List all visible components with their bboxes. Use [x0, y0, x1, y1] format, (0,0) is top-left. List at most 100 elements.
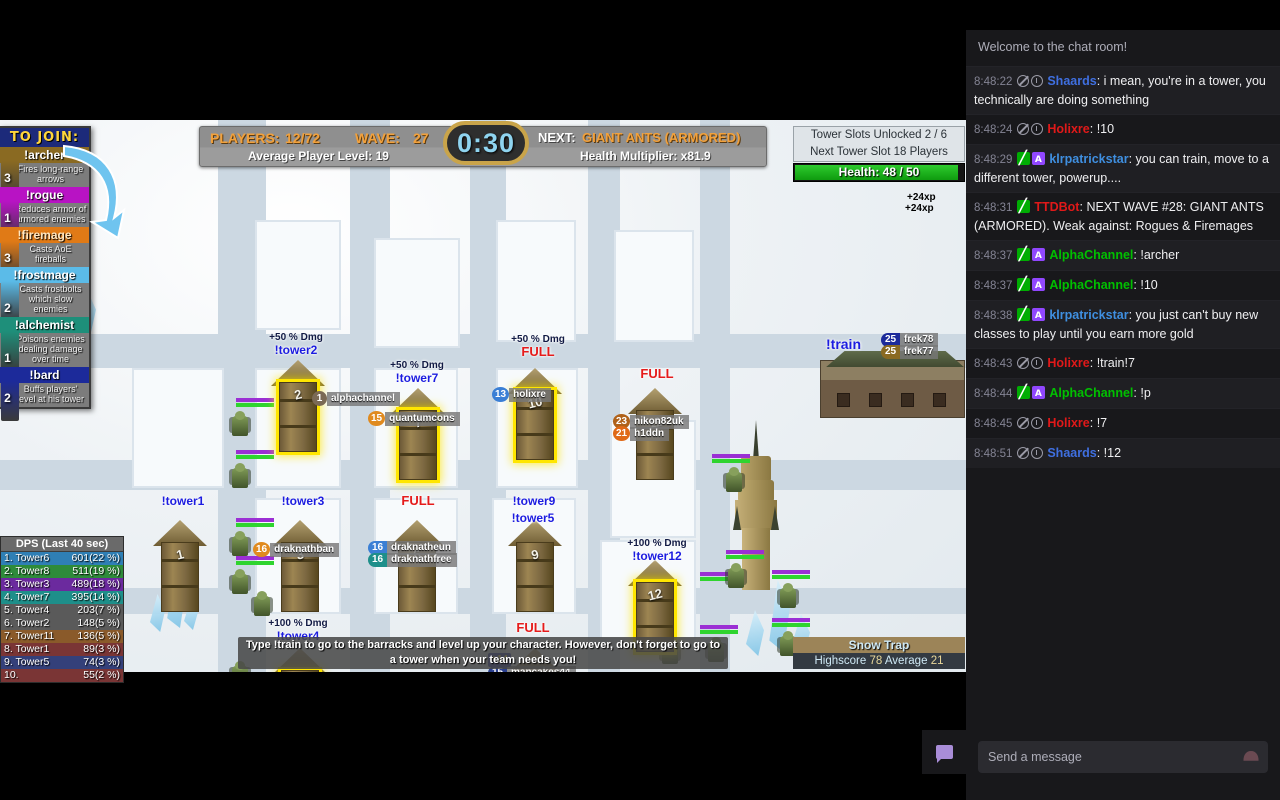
chat-username[interactable]: Holixre	[1047, 356, 1089, 370]
tower-label-tower8[interactable]: FULL	[516, 621, 549, 634]
chat-username[interactable]: AlphaChannel	[1049, 386, 1133, 400]
tower-label-tower12[interactable]: +100 % Dmg !tower12	[627, 538, 686, 562]
chat-input[interactable]: Send a message	[978, 741, 1268, 773]
chat-username[interactable]: Holixre	[1047, 122, 1089, 136]
chat-message[interactable]: 8:48:37 AlphaChannel: !10	[966, 270, 1280, 300]
chat-message[interactable]: 8:48:22 Shaards: i mean, you're in a tow…	[966, 66, 1280, 114]
subscriber-badge-icon[interactable]	[1031, 277, 1045, 295]
player-nameplate: 25 frek77	[881, 345, 939, 359]
tower-tower2[interactable]: 2	[271, 360, 325, 452]
barracks-building[interactable]	[820, 351, 965, 418]
enemy-healthbar	[726, 550, 764, 559]
chat-username[interactable]: klrpatrickstar	[1049, 308, 1128, 322]
moderator-badge-icon[interactable]	[1016, 197, 1030, 215]
timeout-clock-icon[interactable]	[1030, 75, 1043, 87]
timeout-clock-icon[interactable]	[1030, 417, 1043, 429]
ban-icon[interactable]	[1016, 417, 1029, 429]
tower-label-tower5[interactable]: !tower5	[512, 512, 555, 524]
chat-message[interactable]: 8:48:24 Holixre: !10	[966, 114, 1280, 144]
chat-colon: :	[1133, 278, 1137, 292]
xp-floater: +24xp	[905, 203, 934, 214]
chat-message[interactable]: 8:48:43 Holixre: !train!7	[966, 348, 1280, 378]
tower-slots-panel: Tower Slots Unlocked 2 / 6 Next Tower Sl…	[793, 126, 965, 162]
subscriber-badge-icon[interactable]	[1031, 247, 1045, 265]
chat-timestamp: 8:48:38	[974, 310, 1013, 322]
game-viewport[interactable]: !train 2 +50 % Dmg!tower2 7 +50 % Dmg!tower…	[0, 120, 966, 672]
tower-label-tower11[interactable]: FULL	[640, 367, 673, 380]
ban-icon[interactable]	[1016, 123, 1029, 135]
chat-message[interactable]: 8:48:31 TTDBot: NEXT WAVE #28: GIANT ANT…	[966, 192, 1280, 240]
timeout-clock-icon[interactable]	[1030, 447, 1043, 459]
dps-rank-name: 1. Tower6	[4, 552, 50, 564]
chat-username[interactable]: AlphaChannel	[1049, 248, 1133, 262]
ban-icon[interactable]	[1016, 447, 1029, 459]
tower-tower7[interactable]: 7	[391, 388, 445, 480]
chat-timestamp: 8:48:24	[974, 124, 1013, 136]
class-item-frostmage[interactable]: !frostmage Casts frostbolts which slow en…	[0, 267, 89, 321]
chat-message[interactable]: 8:48:51 Shaards: !12	[966, 438, 1280, 468]
train-label[interactable]: !train	[826, 336, 861, 352]
tower-tower3[interactable]: 3	[273, 520, 327, 612]
dps-value: 395(14 %)	[71, 591, 120, 603]
tower-command: !tower5	[511, 511, 555, 525]
timeout-clock-icon[interactable]	[1030, 123, 1043, 135]
tower-label-tower3[interactable]: !tower3	[282, 495, 325, 507]
tower-label-tower2[interactable]: +50 % Dmg !tower2	[269, 332, 323, 356]
next-wave-value: GIANT ANTS (ARMORED)	[582, 130, 741, 145]
class-item-alchemist[interactable]: !alchemist Poisons enemies dealing damage…	[0, 317, 89, 371]
chat-timestamp: 8:48:22	[974, 76, 1013, 88]
chat-username[interactable]: TTDBot	[1034, 200, 1079, 214]
tower-tower1[interactable]: 1	[153, 520, 207, 612]
timeout-clock-icon[interactable]	[1030, 357, 1043, 369]
enemy-healthbar	[772, 618, 810, 627]
chat-message[interactable]: 8:48:44 AlphaChannel: !p	[966, 378, 1280, 408]
ban-icon[interactable]	[1016, 357, 1029, 369]
chat-username[interactable]: AlphaChannel	[1049, 278, 1133, 292]
ban-icon[interactable]	[1016, 75, 1029, 87]
tower-tower9[interactable]: 9	[508, 520, 562, 612]
moderator-badge-icon[interactable]	[1016, 383, 1030, 401]
dps-value: 55(2 %)	[83, 669, 120, 681]
dps-rank-name: 3. Tower3	[4, 578, 50, 590]
chat-message[interactable]: 8:48:29 klrpatrickstar: you can train, m…	[966, 144, 1280, 192]
tower-label-tower9[interactable]: !tower9	[513, 495, 556, 507]
moderator-badge-icon[interactable]	[1016, 245, 1030, 263]
chat-toggle-icon[interactable]	[922, 730, 966, 774]
subscriber-badge-icon[interactable]	[1031, 151, 1045, 169]
moderator-badge-icon[interactable]	[1016, 149, 1030, 167]
dps-value: 74(3 %)	[83, 656, 120, 668]
tower-label-tower7[interactable]: +50 % Dmg !tower7	[390, 360, 444, 384]
chat-username[interactable]: Shaards	[1047, 446, 1096, 460]
player-level: 21	[613, 426, 631, 441]
chat-username[interactable]: Holixre	[1047, 416, 1089, 430]
dps-row: 9. Tower5 74(3 %)	[1, 656, 123, 669]
tower-tower10[interactable]: 10	[508, 368, 562, 460]
dps-value: 89(3 %)	[83, 643, 120, 655]
dps-row: 3. Tower3 489(18 %)	[1, 578, 123, 591]
enemy-healthbar	[772, 570, 810, 579]
chat-username[interactable]: klrpatrickstar	[1049, 152, 1128, 166]
subscriber-badge-icon[interactable]	[1031, 307, 1045, 325]
bits-icon[interactable]	[1242, 748, 1260, 762]
chat-message[interactable]: 8:48:37 AlphaChannel: !archer	[966, 240, 1280, 270]
tower-number: 4	[281, 671, 320, 672]
tower-label-tower1[interactable]: !tower1	[162, 495, 205, 507]
chat-username[interactable]: Shaards	[1047, 74, 1096, 88]
moderator-badge-icon[interactable]	[1016, 275, 1030, 293]
chat-text: !10	[1096, 122, 1115, 136]
chat-message-list[interactable]: 8:48:22 Shaards: i mean, you're in a tow…	[966, 66, 1280, 724]
dps-header: DPS (Last 40 sec)	[1, 537, 123, 552]
tower-label-tower10[interactable]: +50 % Dmg FULL	[511, 334, 565, 358]
health-multiplier: Health Multiplier: x81.9	[580, 149, 711, 163]
moderator-badge-icon[interactable]	[1016, 305, 1030, 323]
dps-row: 8. Tower1 89(3 %)	[1, 643, 123, 656]
subscriber-badge-icon[interactable]	[1031, 385, 1045, 403]
tower-number: 12	[646, 585, 664, 604]
chat-message[interactable]: 8:48:45 Holixre: !7	[966, 408, 1280, 438]
dps-rank-name: 7. Tower11	[4, 630, 55, 642]
tower-pad	[132, 368, 224, 488]
chat-message[interactable]: 8:48:38 klrpatrickstar: you just can't b…	[966, 300, 1280, 348]
class-item-bard[interactable]: !bard Buffs players' level at his tower 2	[0, 367, 89, 421]
class-player-count: 2	[4, 391, 11, 405]
tower-label-tower6[interactable]: FULL	[401, 494, 434, 507]
